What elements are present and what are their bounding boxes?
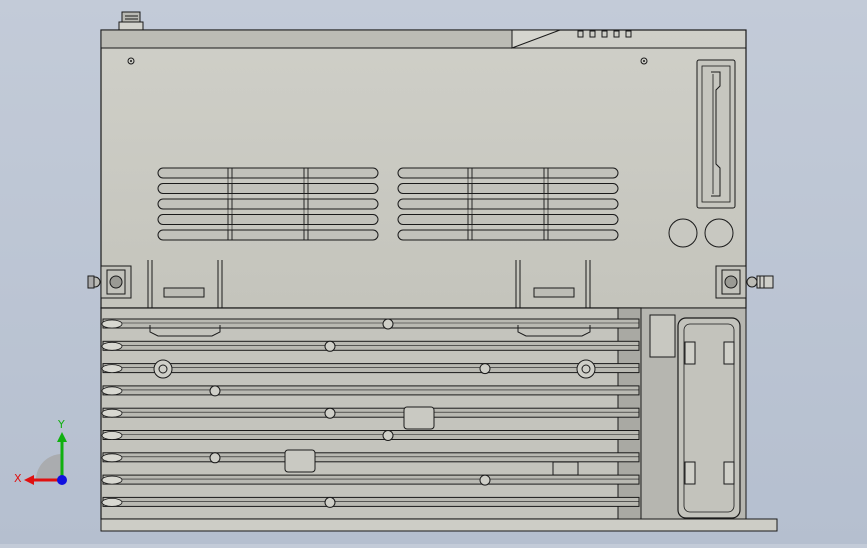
heatsink-fin: [102, 318, 640, 329]
heatsink-fin: [102, 407, 640, 418]
x-axis-label: X: [14, 472, 22, 485]
drive-model-drawing: [87, 11, 778, 532]
vent-slot: [157, 214, 379, 225]
heatsink-fin: [102, 430, 640, 440]
vent-slot: [397, 167, 619, 179]
vent-slot: [397, 183, 619, 194]
cad-viewport[interactable]: [0, 0, 867, 544]
connector-slot: [696, 59, 736, 209]
heatsink-fin: [102, 385, 640, 396]
vent-slot: [157, 229, 379, 241]
axis-triad: Y X: [14, 418, 84, 495]
heatsink-fin: [102, 363, 640, 374]
vent-slot: [157, 198, 379, 210]
y-axis-label: Y: [58, 418, 65, 431]
heatsink-fin: [102, 474, 640, 485]
vent-slot: [397, 214, 619, 225]
vent-slot: [397, 198, 619, 210]
vent-slot: [157, 167, 379, 179]
mounting-ear-left: [87, 265, 132, 299]
vent-slot: [157, 183, 379, 194]
top-screw: [118, 11, 144, 31]
vent-slot: [397, 229, 619, 241]
heatsink-fin: [102, 496, 640, 507]
heatsink-fin: [102, 340, 640, 351]
heatsink-fin: [102, 452, 640, 463]
cooling-fan: [640, 307, 747, 520]
mounting-ear-right: [715, 265, 774, 299]
